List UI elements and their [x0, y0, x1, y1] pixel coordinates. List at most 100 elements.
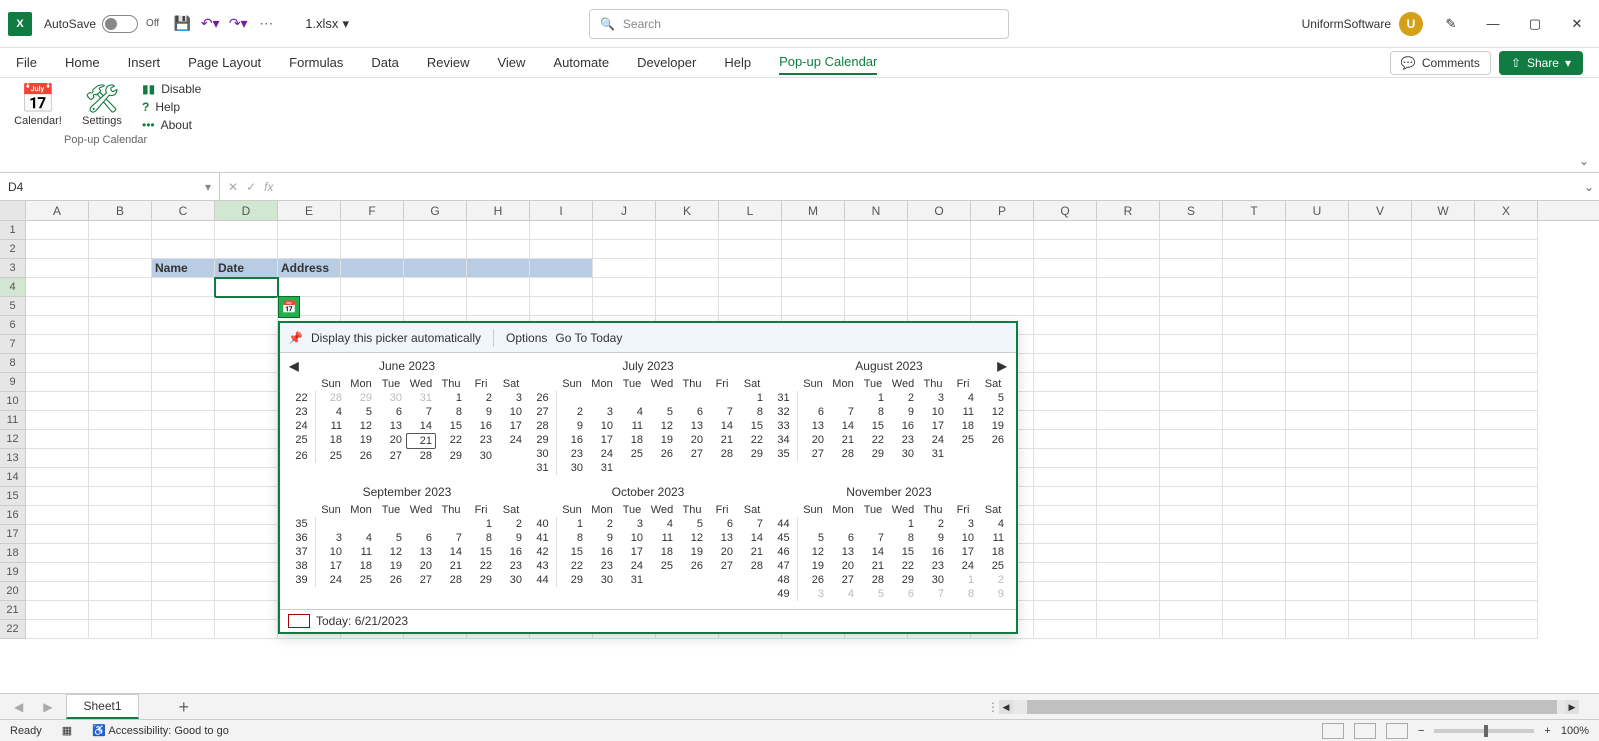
- row-header[interactable]: 1: [0, 221, 26, 240]
- row-header[interactable]: 4: [0, 278, 26, 297]
- cell[interactable]: [89, 278, 152, 297]
- cell[interactable]: [719, 240, 782, 259]
- calendar-day[interactable]: 22: [858, 433, 888, 447]
- cell[interactable]: [656, 297, 719, 316]
- auto-display-toggle[interactable]: Display this picker automatically: [311, 331, 481, 345]
- tab-pop-up-calendar[interactable]: Pop-up Calendar: [779, 50, 877, 75]
- cell[interactable]: [1349, 563, 1412, 582]
- calendar-day[interactable]: 29: [557, 573, 587, 587]
- calendar-day[interactable]: 15: [557, 545, 587, 559]
- cell[interactable]: [593, 259, 656, 278]
- cell[interactable]: [215, 316, 278, 335]
- tab-formulas[interactable]: Formulas: [289, 51, 343, 74]
- cell[interactable]: [1286, 449, 1349, 468]
- cell[interactable]: [1475, 601, 1538, 620]
- column-header[interactable]: D: [215, 201, 278, 220]
- tab-home[interactable]: Home: [65, 51, 100, 74]
- calendar-day[interactable]: 18: [617, 433, 647, 447]
- cell[interactable]: [1034, 240, 1097, 259]
- cell[interactable]: [26, 620, 89, 639]
- sheet-nav-next-icon[interactable]: ▶: [43, 700, 52, 714]
- calendar-day[interactable]: 25: [948, 433, 978, 447]
- cell[interactable]: [215, 354, 278, 373]
- calendar-day[interactable]: 9: [888, 405, 918, 419]
- cell[interactable]: [152, 620, 215, 639]
- tab-data[interactable]: Data: [371, 51, 398, 74]
- column-header[interactable]: Q: [1034, 201, 1097, 220]
- calendar-day[interactable]: 14: [858, 545, 888, 559]
- cell[interactable]: [1349, 430, 1412, 449]
- cell[interactable]: [1412, 601, 1475, 620]
- calendar-day[interactable]: 7: [737, 517, 767, 531]
- column-header[interactable]: X: [1475, 201, 1538, 220]
- row-header[interactable]: 11: [0, 411, 26, 430]
- calendar-day[interactable]: 3: [617, 517, 647, 531]
- cell[interactable]: [1349, 240, 1412, 259]
- cell[interactable]: [89, 544, 152, 563]
- calendar-day[interactable]: 13: [677, 419, 707, 433]
- calendar-popup-toggle-icon[interactable]: 📅: [278, 296, 300, 318]
- cell[interactable]: [1475, 468, 1538, 487]
- calendar-day[interactable]: 1: [948, 573, 978, 587]
- cell[interactable]: [89, 601, 152, 620]
- chevron-down-icon[interactable]: ▾: [205, 180, 211, 194]
- cell[interactable]: [1475, 221, 1538, 240]
- calendar-day[interactable]: 26: [647, 447, 677, 461]
- calendar-day[interactable]: 27: [828, 573, 858, 587]
- cell[interactable]: [26, 563, 89, 582]
- cell[interactable]: [1097, 278, 1160, 297]
- calendar-day[interactable]: 8: [466, 531, 496, 545]
- cell[interactable]: [1475, 487, 1538, 506]
- cell[interactable]: [404, 259, 467, 278]
- cell[interactable]: [530, 278, 593, 297]
- calendar-day[interactable]: 7: [707, 405, 737, 419]
- cell[interactable]: [971, 297, 1034, 316]
- toggle-switch[interactable]: [102, 15, 138, 33]
- calendar-day[interactable]: 28: [858, 573, 888, 587]
- cell[interactable]: [215, 297, 278, 316]
- calendar-day[interactable]: 19: [677, 545, 707, 559]
- cell[interactable]: [1286, 468, 1349, 487]
- cell[interactable]: [1097, 620, 1160, 639]
- calendar-day[interactable]: 14: [828, 419, 858, 433]
- cell[interactable]: [1349, 582, 1412, 601]
- add-sheet-button[interactable]: +: [179, 700, 190, 714]
- zoom-in-button[interactable]: +: [1544, 725, 1550, 737]
- cell[interactable]: [1475, 259, 1538, 278]
- cell[interactable]: [1349, 468, 1412, 487]
- column-header[interactable]: K: [656, 201, 719, 220]
- calendar-day[interactable]: 13: [376, 419, 406, 433]
- cell[interactable]: [1223, 392, 1286, 411]
- cell[interactable]: [1223, 411, 1286, 430]
- cell[interactable]: [152, 449, 215, 468]
- user-account[interactable]: UniformSoftware U: [1302, 12, 1423, 36]
- row-header[interactable]: 21: [0, 601, 26, 620]
- calendar-day[interactable]: 23: [557, 447, 587, 461]
- cell[interactable]: [152, 563, 215, 582]
- expand-formula-bar-icon[interactable]: ⌄: [1579, 180, 1599, 194]
- calendar-day[interactable]: 5: [858, 587, 888, 601]
- sheet-tabs-options-icon[interactable]: ⋮: [987, 700, 999, 714]
- normal-view-button[interactable]: [1322, 723, 1344, 739]
- calendar-day[interactable]: 23: [918, 559, 948, 573]
- cell[interactable]: [1160, 449, 1223, 468]
- cell[interactable]: [1286, 259, 1349, 278]
- cell[interactable]: [1475, 373, 1538, 392]
- cell[interactable]: Name: [152, 259, 215, 278]
- calendar-day[interactable]: 8: [948, 587, 978, 601]
- today-button[interactable]: Today: 6/21/2023: [316, 614, 408, 628]
- calendar-day[interactable]: 31: [406, 391, 436, 405]
- calendar-day[interactable]: 12: [677, 531, 707, 545]
- cell[interactable]: [1223, 240, 1286, 259]
- cell[interactable]: [89, 392, 152, 411]
- row-header[interactable]: 8: [0, 354, 26, 373]
- settings-button[interactable]: 🛠 Settings: [74, 82, 130, 127]
- calendar-day[interactable]: 10: [587, 419, 617, 433]
- select-all-corner[interactable]: [0, 201, 26, 220]
- cell[interactable]: [1349, 259, 1412, 278]
- calendar-day[interactable]: 22: [888, 559, 918, 573]
- calendar-day[interactable]: 4: [346, 531, 376, 545]
- about-button[interactable]: ••• About: [142, 118, 201, 132]
- cell[interactable]: [89, 335, 152, 354]
- column-header[interactable]: W: [1412, 201, 1475, 220]
